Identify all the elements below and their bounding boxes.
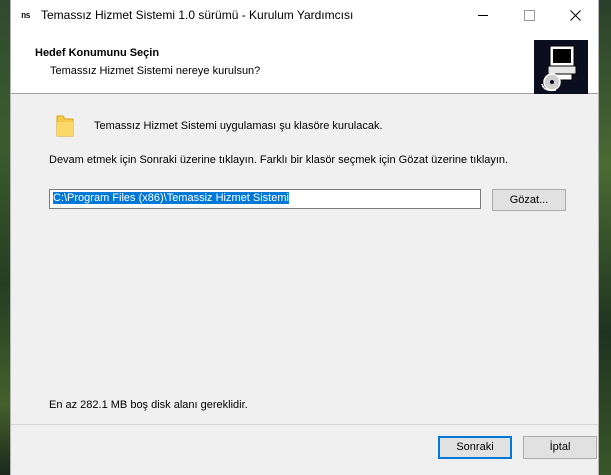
page-title: Hedef Konumunu Seçin <box>35 47 160 59</box>
maximize-button <box>506 0 552 31</box>
browse-button[interactable]: Gözat... <box>492 189 566 211</box>
wizard-content: Temassız Hizmet Sistemi uygulaması şu kl… <box>11 94 598 424</box>
minimize-icon <box>478 15 488 16</box>
setup-window: ns Temassız Hizmet Sistemi 1.0 sürümü - … <box>10 0 599 475</box>
folder-icon <box>55 112 75 141</box>
desktop-background-left <box>0 0 10 475</box>
minimize-button[interactable] <box>460 0 506 31</box>
installer-logo-icon <box>534 40 588 94</box>
install-path-value: C:\Program Files (x86)\Temassiz Hizmet S… <box>53 192 289 204</box>
wizard-header: Hedef Konumunu Seçin Temassız Hizmet Sis… <box>11 31 598 94</box>
maximize-icon <box>523 10 535 21</box>
window-title: Temassız Hizmet Sistemi 1.0 sürümü - Kur… <box>41 8 354 22</box>
instruction-text: Devam etmek için Sonraki üzerine tıklayı… <box>49 154 509 166</box>
close-icon <box>569 10 581 21</box>
disk-space-text: En az 282.1 MB boş disk alanı gereklidir… <box>49 399 248 411</box>
cancel-button[interactable]: İptal <box>523 436 597 459</box>
close-button[interactable] <box>552 0 598 31</box>
app-icon: ns <box>21 11 31 21</box>
page-subtitle: Temassız Hizmet Sistemi nereye kurulsun? <box>50 65 261 77</box>
footer-divider <box>11 424 598 425</box>
next-button[interactable]: Sonraki <box>438 436 512 459</box>
install-path-input[interactable]: C:\Program Files (x86)\Temassiz Hizmet S… <box>49 189 481 209</box>
desktop-background-right <box>599 0 611 475</box>
install-info-text: Temassız Hizmet Sistemi uygulaması şu kl… <box>94 120 383 132</box>
title-bar[interactable]: ns Temassız Hizmet Sistemi 1.0 sürümü - … <box>11 0 598 31</box>
